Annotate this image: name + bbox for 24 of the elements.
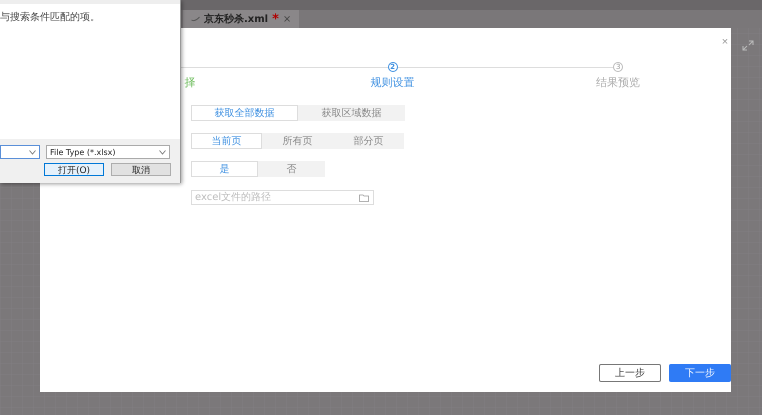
- step-label: 结果预览: [595, 75, 642, 90]
- option-tab[interactable]: 是: [191, 161, 258, 177]
- previous-step-button[interactable]: 上一步: [599, 364, 661, 382]
- step-label: 规则设置: [370, 75, 416, 90]
- chevron-down-icon: [29, 150, 36, 154]
- search-result-message: 与搜索条件匹配的项。: [0, 10, 101, 24]
- close-tab-button[interactable]: ×: [282, 14, 292, 24]
- expand-icon[interactable]: [742, 40, 754, 51]
- file-name-field[interactable]: [0, 145, 40, 159]
- step-label: 择: [184, 75, 197, 90]
- chevron-down-icon: [159, 150, 166, 154]
- close-button[interactable]: ×: [719, 36, 731, 48]
- open-button[interactable]: 打开(O): [44, 163, 104, 176]
- cancel-button[interactable]: 取消: [111, 163, 171, 176]
- option-tab[interactable]: 否: [258, 161, 325, 177]
- file-type-dropdown[interactable]: File Type (*.xlsx): [46, 145, 170, 159]
- option-tab[interactable]: 当前页: [191, 133, 262, 149]
- option-tab[interactable]: 获取全部数据: [191, 105, 298, 121]
- modified-mark: *: [272, 12, 279, 26]
- next-step-button[interactable]: 下一步: [669, 364, 731, 382]
- option-tab[interactable]: 获取区域数据: [298, 105, 405, 121]
- file-tab[interactable]: 京东秒杀.xml * ×: [183, 10, 300, 28]
- option-tab[interactable]: 所有页: [262, 133, 333, 149]
- option-tab[interactable]: 部分页: [333, 133, 404, 149]
